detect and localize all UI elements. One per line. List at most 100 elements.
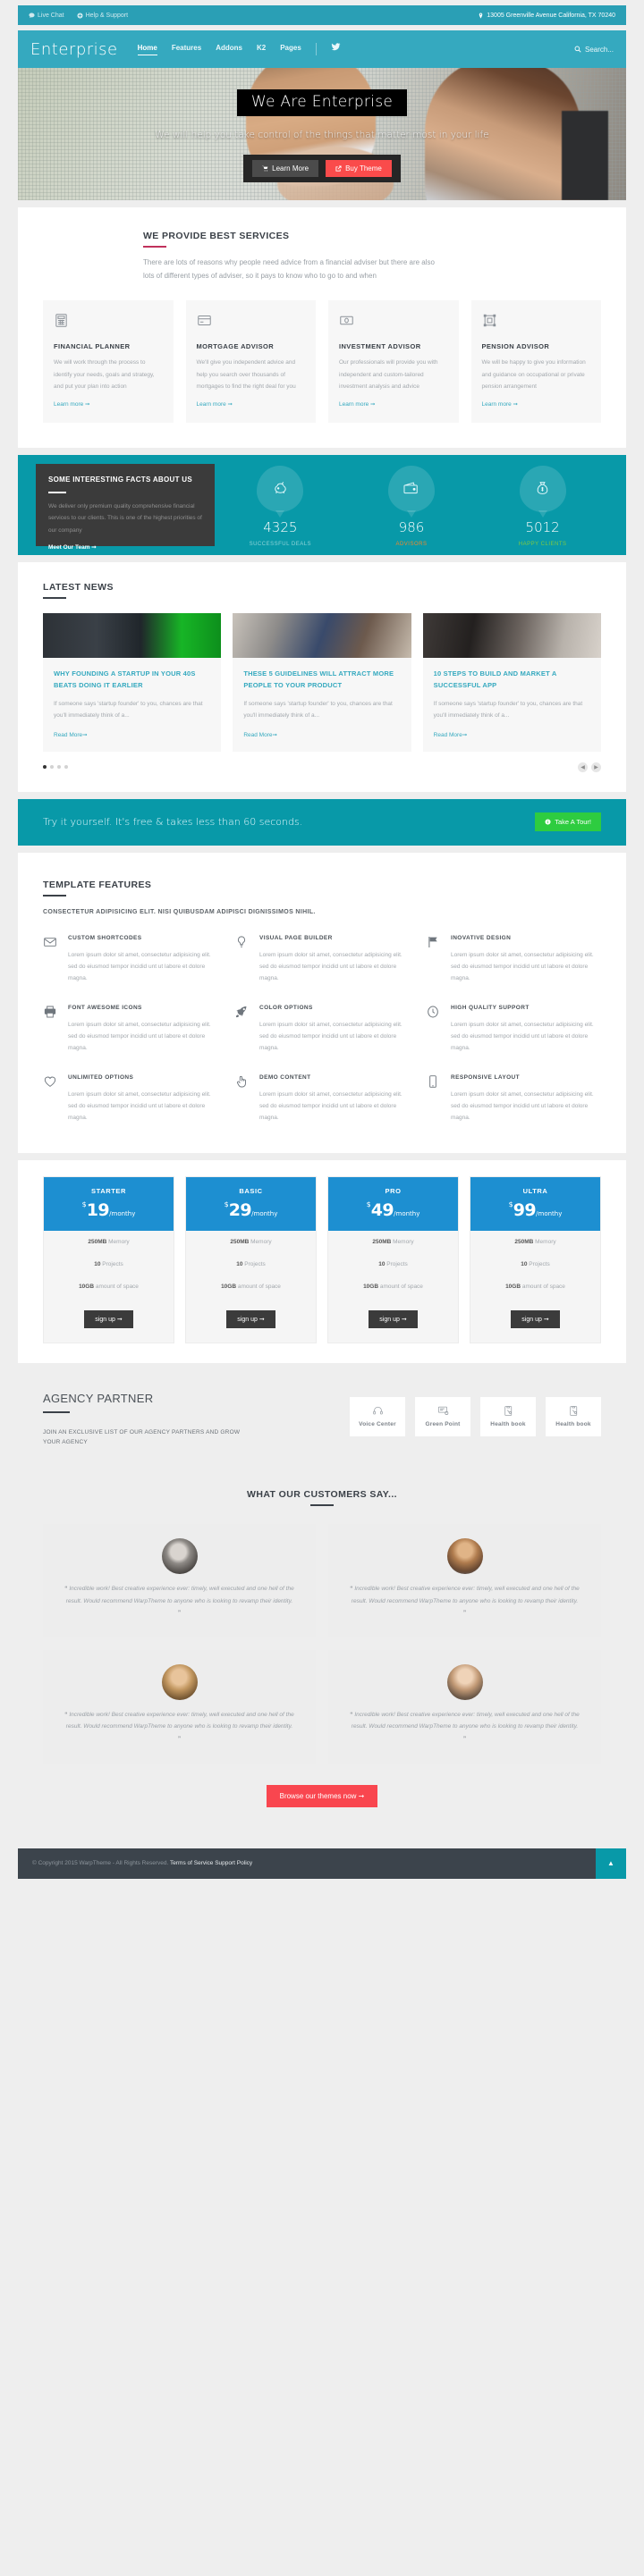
plan-feature: 250MB Memory — [478, 1231, 593, 1253]
counter-value: 5012 — [525, 518, 560, 535]
help-support-link[interactable]: Help & Support — [77, 13, 128, 19]
meet-our-team-link[interactable]: Meet Our Team ➞ — [48, 543, 97, 551]
testimonial-card: “ Incredible work! Best creative experie… — [328, 1649, 601, 1764]
service-text: Our professionals will provide you with … — [339, 359, 438, 390]
news-read-more-link[interactable]: Read More➞ — [434, 731, 468, 738]
news-card[interactable]: THESE 5 GUIDELINES WILL ATTRACT MORE PEO… — [233, 613, 411, 752]
plan-header: ULTRA $99/monthy — [470, 1176, 600, 1231]
service-link-label: Learn more — [54, 401, 84, 408]
news-read-more-link[interactable]: Read More➞ — [54, 731, 88, 738]
sign-up-button[interactable]: sign up ➞ — [511, 1309, 560, 1328]
feature-text: Lorem ipsum dolor sit amet, consectetur … — [451, 1090, 594, 1122]
counter-item: 5012 HAPPY CLIENTS — [489, 465, 597, 547]
news-card[interactable]: WHY FOUNDING A STARTUP IN YOUR 40S BEATS… — [43, 613, 222, 752]
service-title: FINANCIAL PLANNER — [54, 342, 131, 351]
plan-features: 250MB Memory 10 Projects 10GB amount of … — [44, 1231, 174, 1298]
service-card[interactable]: INVESTMENT ADVISOR Our professionals wil… — [328, 300, 459, 424]
site-footer: © Copyright 2015 WarpTheme - All Rights … — [18, 1848, 626, 1879]
testimonial-quote: “ Incredible work! Best creative experie… — [64, 1709, 294, 1746]
features-title: TEMPLATE FEATURES — [43, 879, 152, 890]
news-card[interactable]: 10 STEPS TO BUILD AND MARKET A SUCCESSFU… — [422, 613, 601, 752]
back-to-top-button[interactable]: ▲ — [596, 1848, 626, 1879]
feature-body: CUSTOM SHORTCODES Lorem ipsum dolor sit … — [68, 935, 218, 985]
learn-more-button[interactable]: Learn More — [252, 160, 319, 177]
plan-space-label: amount of space — [237, 1283, 281, 1290]
feature-item: RESPONSIVE LAYOUT Lorem ipsum dolor sit … — [426, 1074, 601, 1124]
partner-logo[interactable]: Health book — [480, 1396, 536, 1436]
buy-theme-button[interactable]: Buy Theme — [326, 160, 392, 177]
carousel-dot[interactable] — [64, 765, 68, 770]
sign-up-button[interactable]: sign up ➞ — [226, 1309, 275, 1328]
service-card[interactable]: FINANCIAL PLANNER We will work through t… — [43, 300, 174, 424]
live-chat-link[interactable]: Live Chat — [29, 13, 64, 19]
partner-logo[interactable]: Voice Center — [350, 1396, 405, 1436]
sign-up-button[interactable]: sign up ➞ — [369, 1309, 418, 1328]
service-link-label: Learn more — [481, 401, 512, 408]
feature-item: FONT AWESOME ICONS Lorem ipsum dolor sit… — [43, 1005, 218, 1055]
news-card-text: If someone says 'startup founder' to you… — [243, 701, 393, 720]
plan-price: $49/monthy — [328, 1200, 458, 1220]
counter-label: SUCCESSFUL DEALS — [249, 541, 312, 547]
plan-name: ULTRA — [522, 1186, 548, 1195]
feature-title: FONT AWESOME ICONS — [68, 1004, 142, 1011]
testimonial-text: Incredible work! Best creative experienc… — [65, 1585, 294, 1604]
services-header: WE PROVIDE BEST SERVICES There are lots … — [43, 231, 601, 282]
chat-icon — [29, 12, 35, 18]
plan-feature: 10GB amount of space — [335, 1275, 451, 1298]
carousel-dot[interactable] — [43, 765, 47, 770]
plan-projects-value: 10 — [521, 1260, 528, 1267]
take-a-tour-button[interactable]: Take A Tour! — [535, 812, 601, 832]
carousel-dot[interactable] — [50, 765, 54, 770]
carousel-dot[interactable] — [57, 765, 61, 770]
service-learn-more-link[interactable]: Learn more ➞ — [339, 400, 376, 408]
take-a-tour-label: Take A Tour! — [555, 818, 591, 827]
partner-logo[interactable]: Health book — [546, 1396, 601, 1436]
services-title-rule — [143, 246, 166, 248]
plan-projects-value: 10 — [94, 1260, 101, 1267]
news-read-more-label: Read More — [54, 731, 83, 738]
quote-open-icon: “ — [350, 1585, 353, 1592]
pricing-plan: BASIC $29/monthy 250MB Memory 10 Project… — [185, 1175, 317, 1343]
service-card[interactable]: PENSION ADVISOR We will be happy to give… — [470, 300, 601, 424]
credit-card-icon — [197, 313, 306, 331]
twitter-link[interactable] — [331, 42, 341, 56]
partner-logo[interactable]: Green Point — [415, 1396, 470, 1436]
quote-close-icon: ” — [462, 1610, 467, 1617]
news-read-more-link[interactable]: Read More➞ — [243, 731, 277, 738]
pricing-plan: PRO $49/monthy 250MB Memory 10 Projects … — [327, 1175, 459, 1343]
plan-header: STARTER $19/monthy — [44, 1176, 174, 1231]
service-card[interactable]: MORTGAGE ADVISOR We'll give you independ… — [185, 300, 316, 424]
nav-item-features[interactable]: Features — [172, 44, 201, 55]
twitter-icon — [331, 43, 341, 51]
service-learn-more-link[interactable]: Learn more ➞ — [54, 400, 90, 408]
search-box[interactable]: Search... — [574, 46, 614, 54]
plan-feature: 250MB Memory — [193, 1231, 309, 1253]
clock-icon — [426, 1005, 442, 1055]
plan-period: /monthy — [536, 1209, 563, 1217]
plan-projects-value: 10 — [378, 1260, 386, 1267]
nav-item-home[interactable]: Home — [137, 44, 157, 55]
feature-body: RESPONSIVE LAYOUT Lorem ipsum dolor sit … — [451, 1074, 601, 1124]
plan-projects-label: Projects — [244, 1260, 266, 1267]
footer-links[interactable]: Terms of Service Support Policy — [170, 1860, 252, 1866]
site-logo[interactable]: Enterprise — [30, 40, 118, 59]
service-learn-more-link[interactable]: Learn more ➞ — [482, 400, 519, 408]
feature-title: VISUAL PAGE BUILDER — [259, 934, 333, 941]
chevron-left-icon[interactable]: ◀ — [578, 762, 588, 772]
sign-up-button[interactable]: sign up ➞ — [84, 1309, 133, 1328]
browse-cta-wrap: Browse our themes now ➞ — [43, 1764, 601, 1814]
facts-text: We deliver only premium quality comprehe… — [48, 503, 202, 534]
nav-item-k2[interactable]: K2 — [257, 44, 266, 55]
counter-label: HAPPY CLIENTS — [518, 541, 567, 547]
nav-item-addons[interactable]: Addons — [216, 44, 242, 55]
nav-item-pages[interactable]: Pages — [280, 44, 301, 55]
chevron-right-icon[interactable]: ▶ — [591, 762, 601, 772]
partner-title: AGENCY PARTNER — [43, 1391, 154, 1405]
avatar — [161, 1537, 198, 1574]
service-learn-more-link[interactable]: Learn more ➞ — [197, 400, 233, 408]
pricing-section: STARTER $19/monthy 250MB Memory 10 Proje… — [18, 1159, 626, 1363]
service-title: PENSION ADVISOR — [481, 342, 550, 351]
browse-themes-button[interactable]: Browse our themes now ➞ — [266, 1784, 378, 1807]
clipboard-icon — [503, 1405, 514, 1418]
plan-period: /monthy — [251, 1209, 278, 1217]
